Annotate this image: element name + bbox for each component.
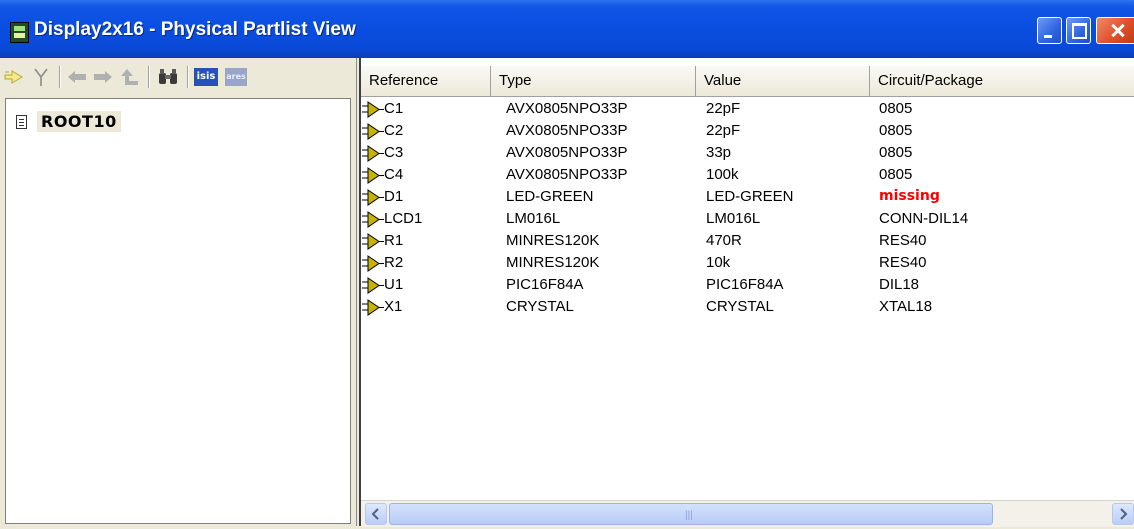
- cell-value: 22pF: [706, 122, 741, 139]
- cell-type: LED-GREEN: [506, 188, 594, 205]
- tree-root-label: ROOT10: [37, 111, 121, 132]
- ares-icon[interactable]: ares: [223, 66, 249, 88]
- cell-value: 22pF: [706, 100, 741, 117]
- component-pin-icon: [362, 233, 384, 250]
- window-title: Display2x16 - Physical Partlist View: [34, 19, 356, 40]
- table-row[interactable]: LCD1 LM016L LM016L CONN-DIL14: [361, 208, 1134, 231]
- cell-value: PIC16F84A: [706, 276, 784, 293]
- up-arrow-icon[interactable]: [118, 66, 140, 88]
- scroll-left-button[interactable]: [365, 503, 387, 525]
- table-row[interactable]: R1 MINRES120K 470R RES40: [361, 230, 1134, 253]
- cell-value: 33p: [706, 144, 732, 161]
- column-value[interactable]: Value: [696, 66, 870, 96]
- cell-package: CONN-DIL14: [879, 210, 969, 227]
- cell-value: CRYSTAL: [706, 298, 774, 315]
- cell-value: LM016L: [706, 210, 761, 227]
- component-pin-icon: [362, 167, 384, 184]
- column-header: Reference Type Value Circuit/Package: [361, 66, 1134, 97]
- cell-type: AVX0805NPO33P: [506, 122, 628, 139]
- table-row[interactable]: C4 AVX0805NPO33P 100k 0805: [361, 164, 1134, 187]
- component-pin-icon: [362, 277, 384, 294]
- cell-reference: C3: [384, 144, 404, 161]
- cell-type: MINRES120K: [506, 232, 600, 249]
- table-row[interactable]: C2 AVX0805NPO33P 22pF 0805: [361, 120, 1134, 143]
- forward-arrow-icon[interactable]: [92, 66, 114, 88]
- cell-package: 0805: [879, 166, 913, 183]
- close-button[interactable]: [1096, 17, 1134, 44]
- component-pin-icon: [362, 299, 384, 316]
- cell-value: LED-GREEN: [706, 188, 794, 205]
- branch-icon[interactable]: [30, 66, 52, 88]
- cell-type: CRYSTAL: [506, 298, 574, 315]
- table-row[interactable]: X1 CRYSTAL CRYSTAL XTAL18: [361, 296, 1134, 319]
- cell-reference: R1: [384, 232, 404, 249]
- binoculars-icon[interactable]: [156, 66, 180, 88]
- probe-icon[interactable]: [2, 66, 26, 88]
- scroll-right-button[interactable]: [1112, 503, 1134, 525]
- cell-value: 100k: [706, 166, 739, 183]
- cell-package: RES40: [879, 254, 927, 271]
- cell-reference: C4: [384, 166, 404, 183]
- tree-root-item[interactable]: ROOT10: [16, 111, 121, 132]
- cell-value: 10k: [706, 254, 731, 271]
- cell-package: 0805: [879, 144, 913, 161]
- cell-reference: C1: [384, 100, 404, 117]
- component-pin-icon: [362, 145, 384, 162]
- cell-package: missing: [879, 188, 940, 204]
- cell-package: DIL18: [879, 276, 920, 293]
- component-pin-icon: [362, 123, 384, 140]
- tree-pane: isis ares ROOT10: [0, 58, 357, 526]
- column-type[interactable]: Type: [491, 66, 696, 96]
- isis-icon[interactable]: isis: [193, 66, 219, 88]
- toolbar: isis ares: [0, 58, 356, 98]
- partlist-pane: Reference Type Value Circuit/Package C1 A…: [359, 58, 1134, 527]
- cell-package: 0805: [879, 122, 913, 139]
- table-row[interactable]: C3 AVX0805NPO33P 33p 0805: [361, 142, 1134, 165]
- cell-reference: D1: [384, 188, 404, 205]
- design-tree[interactable]: ROOT10: [5, 98, 351, 524]
- component-pin-icon: [362, 101, 384, 118]
- cell-reference: R2: [384, 254, 404, 271]
- cell-type: AVX0805NPO33P: [506, 144, 628, 161]
- column-reference[interactable]: Reference: [361, 66, 491, 96]
- cell-reference: LCD1: [384, 210, 423, 227]
- cell-type: AVX0805NPO33P: [506, 100, 628, 117]
- component-pin-icon: [362, 211, 384, 228]
- grip-icon: |||: [685, 510, 693, 521]
- ares-label: ares: [225, 68, 247, 86]
- maximize-button[interactable]: [1066, 17, 1091, 44]
- back-arrow-icon[interactable]: [66, 66, 88, 88]
- cell-type: AVX0805NPO33P: [506, 166, 628, 183]
- scroll-thumb[interactable]: |||: [389, 503, 993, 525]
- document-icon: [16, 114, 27, 129]
- horizontal-scrollbar[interactable]: |||: [361, 500, 1134, 527]
- cell-reference: C2: [384, 122, 404, 139]
- cell-type: MINRES120K: [506, 254, 600, 271]
- table-row[interactable]: C1 AVX0805NPO33P 22pF 0805: [361, 98, 1134, 121]
- column-package[interactable]: Circuit/Package: [870, 66, 1134, 96]
- table-row[interactable]: D1 LED-GREEN LED-GREEN missing: [361, 186, 1134, 209]
- title-bar[interactable]: Display2x16 - Physical Partlist View: [0, 0, 1134, 58]
- cell-value: 470R: [706, 232, 742, 249]
- cell-type: PIC16F84A: [506, 276, 584, 293]
- table-row[interactable]: U1 PIC16F84A PIC16F84A DIL18: [361, 274, 1134, 297]
- minimize-button[interactable]: [1037, 17, 1062, 44]
- cell-package: RES40: [879, 232, 927, 249]
- cell-reference: U1: [384, 276, 404, 293]
- cell-type: LM016L: [506, 210, 561, 227]
- table-row[interactable]: R2 MINRES120K 10k RES40: [361, 252, 1134, 275]
- cell-package: 0805: [879, 100, 913, 117]
- isis-label: isis: [194, 68, 218, 86]
- component-pin-icon: [362, 255, 384, 272]
- cell-package: XTAL18: [879, 298, 933, 315]
- component-pin-icon: [362, 189, 384, 206]
- display-app-icon[interactable]: [10, 22, 29, 43]
- cell-reference: X1: [384, 298, 403, 315]
